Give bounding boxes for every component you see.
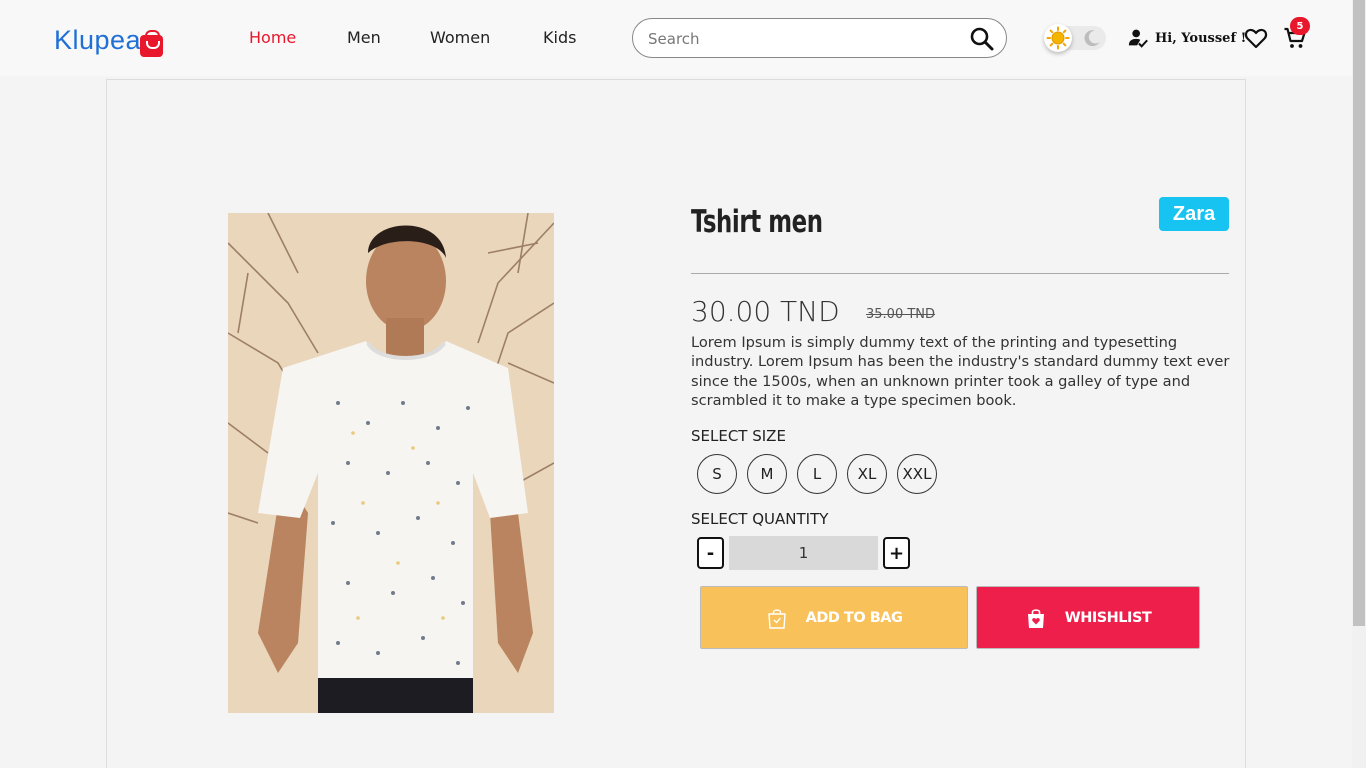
cart-count-badge: 5 — [1290, 17, 1310, 35]
shopping-bag-icon — [767, 608, 786, 629]
page-scrollbar[interactable] — [1352, 0, 1366, 768]
nav-women[interactable]: Women — [430, 28, 490, 47]
size-option-s[interactable]: S — [697, 454, 737, 494]
wishlist-label: WHISHLIST — [1064, 609, 1152, 626]
top-header: Klupea Home Men Women Kids Search Hi, Yo… — [0, 0, 1352, 76]
search-box — [632, 18, 1007, 58]
quantity-decrease-button[interactable]: - — [697, 537, 724, 569]
bag-heart-icon — [1027, 608, 1044, 628]
size-option-xxl[interactable]: XXL — [897, 454, 937, 494]
size-option-xl[interactable]: XL — [847, 454, 887, 494]
size-option-m[interactable]: M — [747, 454, 787, 494]
title-divider — [691, 273, 1229, 274]
logo-text: Klupea — [54, 24, 142, 55]
user-check-icon — [1128, 29, 1148, 48]
product-description: Lorem Ipsum is simply dummy text of the … — [691, 334, 1230, 409]
theme-toggle[interactable] — [1044, 24, 1106, 52]
quantity-increase-button[interactable]: + — [883, 537, 910, 569]
nav-kids[interactable]: Kids — [543, 28, 576, 47]
product-old-price: 35.00 TND — [866, 307, 936, 322]
scrollbar-thumb[interactable] — [1353, 0, 1365, 626]
nav-men[interactable]: Men — [347, 28, 381, 47]
shopping-bag-logo-icon — [140, 30, 164, 57]
select-size-label: SELECT SIZE — [691, 427, 786, 445]
add-to-bag-label: ADD TO BAG — [805, 609, 903, 626]
select-quantity-label: SELECT QUANTITY — [691, 510, 829, 528]
size-option-l[interactable]: L — [797, 454, 837, 494]
product-title: Tshirt men — [691, 204, 823, 240]
product-price: 30.00 TND — [691, 295, 840, 328]
sun-icon — [1044, 24, 1072, 52]
heart-icon[interactable] — [1244, 27, 1268, 49]
wishlist-button[interactable]: WHISHLIST — [976, 586, 1200, 649]
nav-home[interactable]: Home — [249, 28, 296, 47]
add-to-bag-button[interactable]: ADD TO BAG — [700, 586, 968, 649]
moon-icon — [1084, 30, 1100, 47]
search-icon[interactable] — [969, 26, 995, 52]
search-input[interactable] — [648, 28, 948, 50]
product-image — [228, 213, 554, 713]
logo[interactable]: Klupea — [54, 22, 164, 58]
brand-badge: Zara — [1159, 197, 1229, 231]
quantity-input[interactable] — [729, 536, 878, 570]
user-greeting: Hi, Youssef ! — [1155, 30, 1247, 46]
user-account[interactable]: Hi, Youssef ! — [1127, 27, 1246, 49]
